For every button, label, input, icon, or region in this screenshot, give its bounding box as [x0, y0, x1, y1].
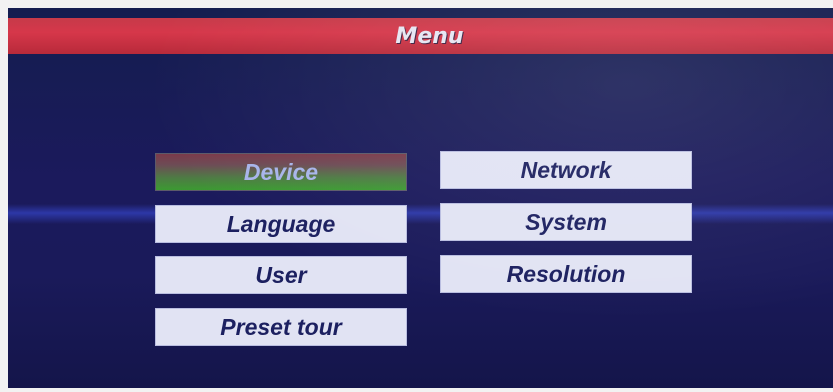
menu-screen: Menu Device Language User Preset tour Ne… — [8, 8, 833, 388]
preset-tour-button[interactable]: Preset tour — [155, 308, 407, 346]
system-button[interactable]: System — [440, 203, 692, 241]
user-button[interactable]: User — [155, 256, 407, 294]
resolution-button[interactable]: Resolution — [440, 255, 692, 293]
device-button[interactable]: Device — [155, 153, 407, 191]
menu-grid: Device Language User Preset tour Network… — [8, 8, 833, 388]
language-button[interactable]: Language — [155, 205, 407, 243]
network-button[interactable]: Network — [440, 151, 692, 189]
